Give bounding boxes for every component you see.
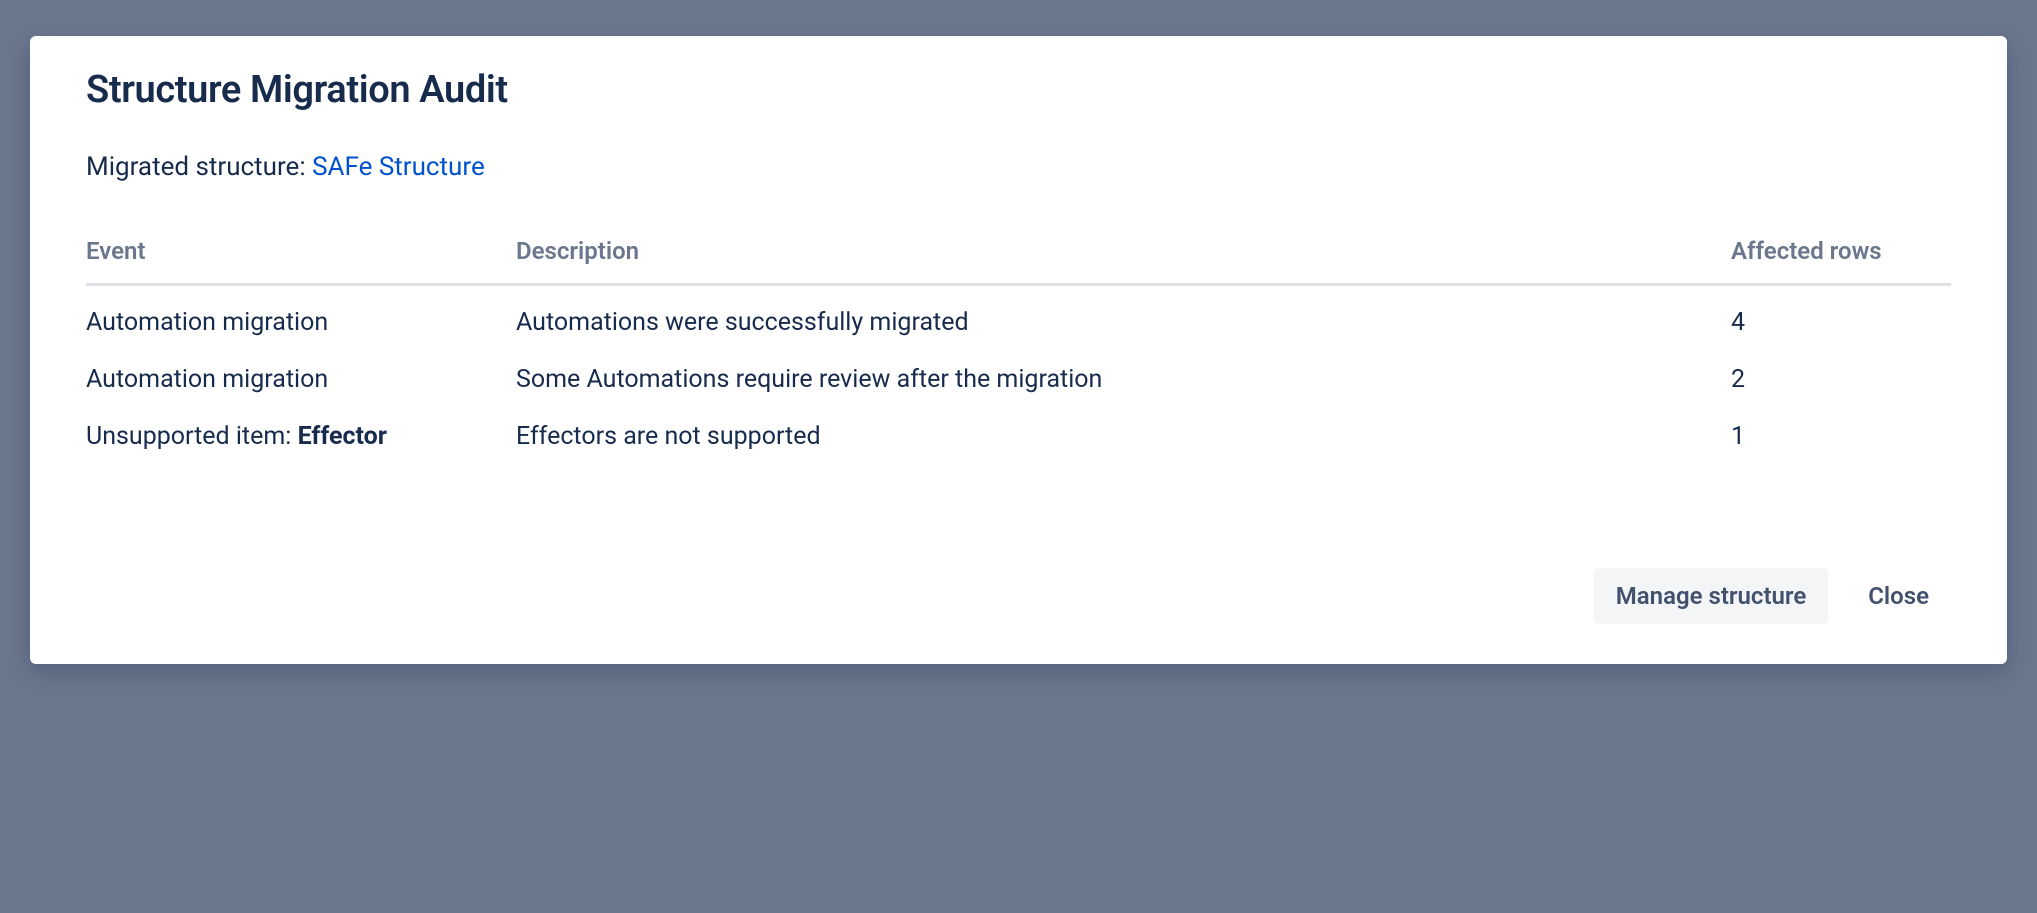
event-prefix: Automation migration <box>86 365 328 394</box>
description-cell: Effectors are not supported <box>516 406 1731 463</box>
event-prefix: Automation migration <box>86 308 328 337</box>
modal-footer: Manage structure Close <box>86 568 1951 624</box>
event-prefix: Unsupported item: <box>86 422 298 451</box>
affected-cell: 1 <box>1731 406 1951 463</box>
migrated-structure-label: Migrated structure: <box>86 152 312 182</box>
table-header-event: Event <box>86 237 516 285</box>
migrated-structure-subheading: Migrated structure: SAFe Structure <box>86 152 1951 182</box>
audit-table: Event Description Affected rows Automati… <box>86 237 1951 463</box>
affected-cell: 4 <box>1731 285 1951 350</box>
affected-cell: 2 <box>1731 349 1951 406</box>
table-header-affected: Affected rows <box>1731 237 1951 285</box>
event-bold: Effector <box>298 422 387 451</box>
table-row: Automation migration Automations were su… <box>86 285 1951 350</box>
description-cell: Some Automations require review after th… <box>516 349 1731 406</box>
table-row: Unsupported item: Effector Effectors are… <box>86 406 1951 463</box>
migration-audit-modal: Structure Migration Audit Migrated struc… <box>30 36 2007 664</box>
close-button[interactable]: Close <box>1846 568 1951 624</box>
modal-title: Structure Migration Audit <box>86 68 1951 112</box>
table-header-description: Description <box>516 237 1731 285</box>
event-cell: Unsupported item: Effector <box>86 406 516 463</box>
manage-structure-button[interactable]: Manage structure <box>1594 568 1828 624</box>
table-row: Automation migration Some Automations re… <box>86 349 1951 406</box>
description-cell: Automations were successfully migrated <box>516 285 1731 350</box>
event-cell: Automation migration <box>86 285 516 350</box>
event-cell: Automation migration <box>86 349 516 406</box>
structure-link[interactable]: SAFe Structure <box>312 152 485 182</box>
